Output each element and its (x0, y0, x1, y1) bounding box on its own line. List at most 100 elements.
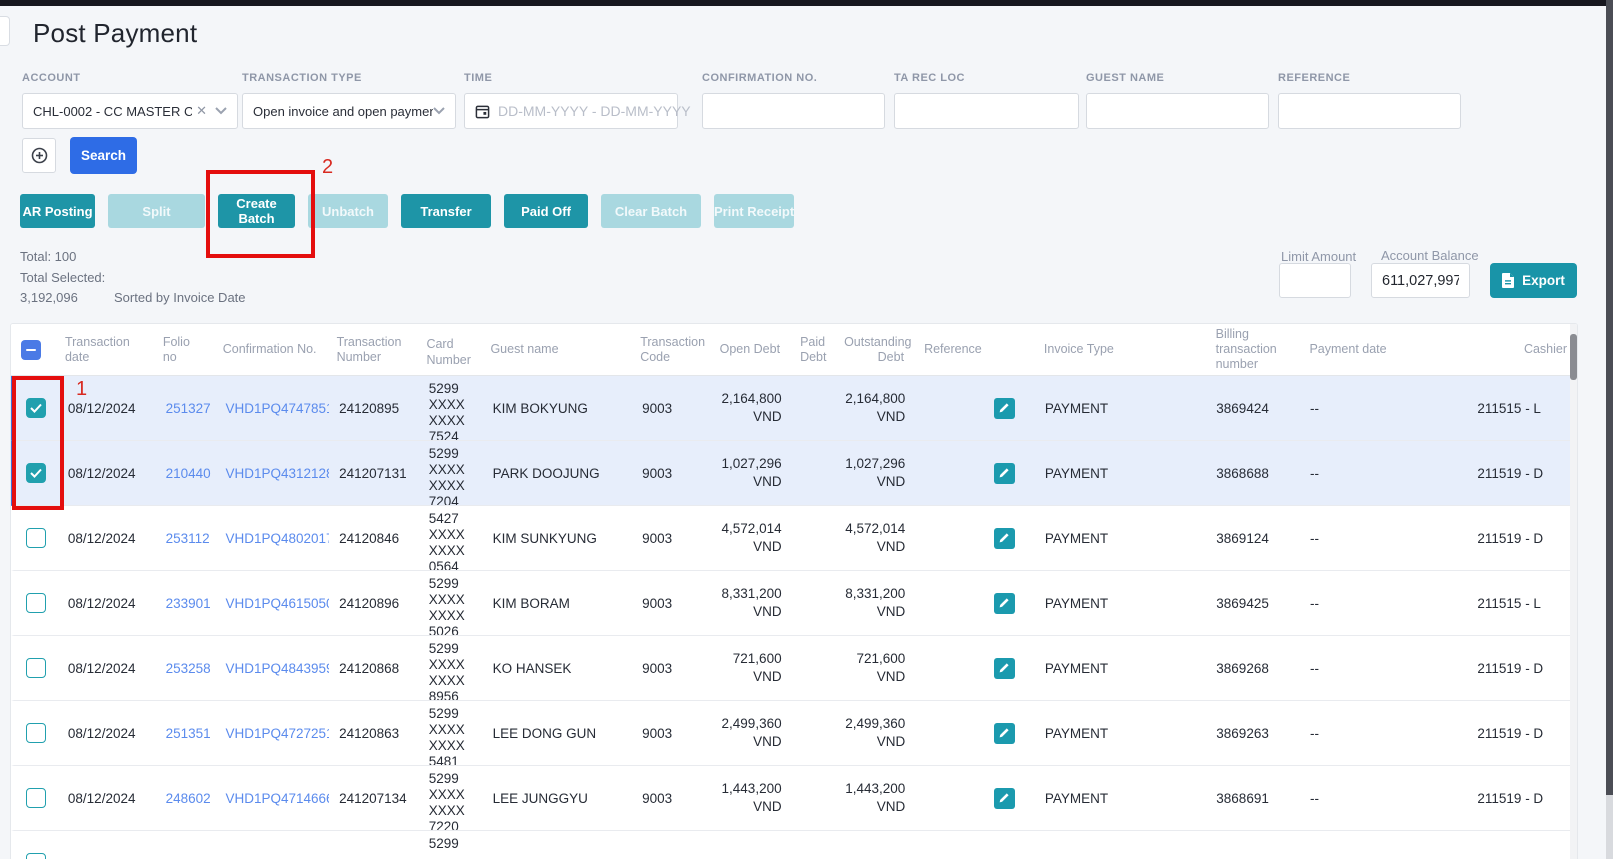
header-invoice-type[interactable]: Invoice Type (1030, 342, 1206, 357)
confirmation-no-link[interactable]: VHD1PQ4312128 (215, 441, 329, 505)
header-transaction-date[interactable]: Transaction date (55, 335, 153, 365)
row-checkbox[interactable] (26, 658, 46, 678)
chevron-down-icon[interactable] (433, 107, 445, 115)
confirmation-no-link[interactable]: VHD1PQ4727251 (215, 701, 329, 765)
folio-no-link[interactable]: 233901 (156, 571, 216, 635)
account-select[interactable]: CHL-0002 - CC MASTER C... ✕ (22, 93, 238, 129)
header-confirmation-no[interactable]: Confirmation No. (213, 342, 327, 357)
header-card-number[interactable]: Card Number (416, 331, 480, 368)
table-row[interactable]: 08/12/2024 248602 VHD1PQ4714666 24120713… (11, 766, 1577, 831)
time-range-input[interactable]: DD-MM-YYYY - DD-MM-YYYY (464, 93, 678, 129)
header-payment-date[interactable]: Payment date (1299, 342, 1467, 357)
card-number-cell: 5299XXXXXXXX7524 (419, 376, 483, 440)
header-folio-no[interactable]: Folio no (153, 335, 213, 365)
folio-no-link[interactable]: 251351 (156, 701, 216, 765)
table-scrollbar[interactable] (1570, 324, 1577, 859)
edit-reference-icon[interactable] (994, 528, 1015, 549)
confirmation-no-link[interactable]: VHD1PQ4714666 (215, 766, 329, 830)
page-scrollbar-thumb[interactable] (1606, 0, 1613, 795)
cashier-cell: 211519 - D (1467, 506, 1577, 570)
action-button[interactable]: Unbatch (308, 194, 388, 228)
header-cashier[interactable]: Cashier (1467, 342, 1577, 357)
transaction-date-cell: 08/12/2024 (58, 571, 156, 635)
outstanding-debt-cell: 4,572,014VND (836, 506, 916, 570)
account-balance-label: Account Balance (1381, 248, 1479, 263)
row-checkbox[interactable] (26, 723, 46, 743)
paid-debt-cell (792, 376, 836, 440)
header-reference[interactable]: Reference (914, 342, 1030, 357)
table-row[interactable]: 08/12/2024 251327 VHD1PQ4747851 24120895… (11, 376, 1577, 441)
folio-no-link[interactable]: 251327 (156, 376, 216, 440)
select-all-checkbox[interactable] (21, 340, 41, 360)
action-button[interactable]: Clear Batch (601, 194, 701, 228)
ta-rec-loc-input[interactable] (905, 104, 1068, 119)
edit-reference-icon[interactable] (994, 788, 1015, 809)
header-paid-debt[interactable]: Paid Debt (790, 335, 834, 365)
action-button[interactable]: Split (108, 194, 205, 228)
edit-reference-icon[interactable] (994, 398, 1015, 419)
page-scrollbar[interactable] (1606, 0, 1613, 859)
row-checkbox[interactable] (26, 528, 46, 548)
reference-input[interactable] (1289, 104, 1450, 119)
invoice-type-cell: PAYMENT (1031, 376, 1206, 440)
advanced-filter-button[interactable] (22, 138, 56, 173)
folio-no-link[interactable] (156, 831, 216, 859)
header-transaction-number[interactable]: Transaction Number (327, 335, 417, 365)
header-open-debt[interactable]: Open Debt (702, 342, 790, 357)
check-icon (30, 468, 42, 478)
row-checkbox[interactable] (26, 853, 46, 859)
confirmation-no-link[interactable]: VHD1PQ4802017 (215, 506, 329, 570)
row-checkbox[interactable] (26, 593, 46, 613)
table-scrollbar-thumb[interactable] (1570, 334, 1577, 380)
folio-no-link[interactable]: 253112 (156, 506, 216, 570)
row-checkbox[interactable] (26, 398, 46, 418)
clear-account-icon[interactable]: ✕ (196, 103, 207, 119)
search-button[interactable]: Search (70, 137, 137, 174)
confirmation-no-input[interactable] (713, 104, 874, 119)
confirmation-no-link[interactable]: VHD1PQ4615050 (215, 571, 329, 635)
limit-amount-input[interactable] (1290, 273, 1340, 288)
open-debt-cell: 2,164,800VND (704, 376, 792, 440)
filter-guest-name: GUEST NAME (1086, 72, 1269, 129)
action-button[interactable]: Create Batch (218, 194, 295, 228)
card-number-cell: 5299 (419, 831, 483, 859)
chevron-down-icon[interactable] (215, 107, 227, 115)
table-row[interactable]: 08/12/2024 251351 VHD1PQ4727251 24120863… (11, 701, 1577, 766)
edit-reference-icon[interactable] (994, 593, 1015, 614)
header-billing-transaction-number[interactable]: Billing transaction number (1206, 327, 1300, 372)
header-guest-name[interactable]: Guest name (480, 342, 630, 357)
header-transaction-code[interactable]: Transaction Code (630, 335, 702, 365)
confirmation-no-link[interactable]: VHD1PQ4843959 (215, 636, 329, 700)
transaction-code-cell: 9003 (632, 506, 704, 570)
account-value: CHL-0002 - CC MASTER C... (33, 104, 192, 119)
action-button[interactable]: AR Posting (20, 194, 95, 228)
row-checkbox[interactable] (26, 788, 46, 808)
confirmation-no-link[interactable]: VHD1PQ4747851 (215, 376, 329, 440)
action-button[interactable]: Transfer (401, 194, 491, 228)
top-window-bar (0, 0, 1613, 6)
export-button[interactable]: Export (1490, 263, 1577, 298)
row-checkbox[interactable] (26, 463, 46, 483)
header-outstanding-debt[interactable]: Outstanding Debt (834, 335, 914, 365)
billing-transaction-number-cell (1206, 831, 1300, 859)
edit-reference-icon[interactable] (994, 723, 1015, 744)
reference-cell (915, 571, 1031, 635)
account-balance-input[interactable] (1382, 273, 1459, 289)
action-button[interactable]: Paid Off (504, 194, 588, 228)
table-row[interactable]: 08/12/2024 233901 VHD1PQ4615050 24120896… (11, 571, 1577, 636)
table-row[interactable]: 08/12/2024 253258 VHD1PQ4843959 24120868… (11, 636, 1577, 701)
folio-no-link[interactable]: 210440 (156, 441, 216, 505)
invoice-type-cell: PAYMENT (1031, 701, 1206, 765)
table-row[interactable]: 5299 (11, 831, 1577, 859)
transaction-type-select[interactable]: Open invoice and open payment (242, 93, 456, 129)
folio-no-link[interactable]: 248602 (156, 766, 216, 830)
folio-no-link[interactable]: 253258 (156, 636, 216, 700)
edit-reference-icon[interactable] (994, 463, 1015, 484)
guest-name-input[interactable] (1097, 104, 1258, 119)
edit-reference-icon[interactable] (994, 658, 1015, 679)
table-row[interactable]: 08/12/2024 210440 VHD1PQ4312128 24120713… (11, 441, 1577, 506)
reference-cell (915, 831, 1031, 859)
action-button[interactable]: Print Receipt (714, 194, 794, 228)
confirmation-no-link[interactable] (215, 831, 329, 859)
table-row[interactable]: 08/12/2024 253112 VHD1PQ4802017 24120846… (11, 506, 1577, 571)
